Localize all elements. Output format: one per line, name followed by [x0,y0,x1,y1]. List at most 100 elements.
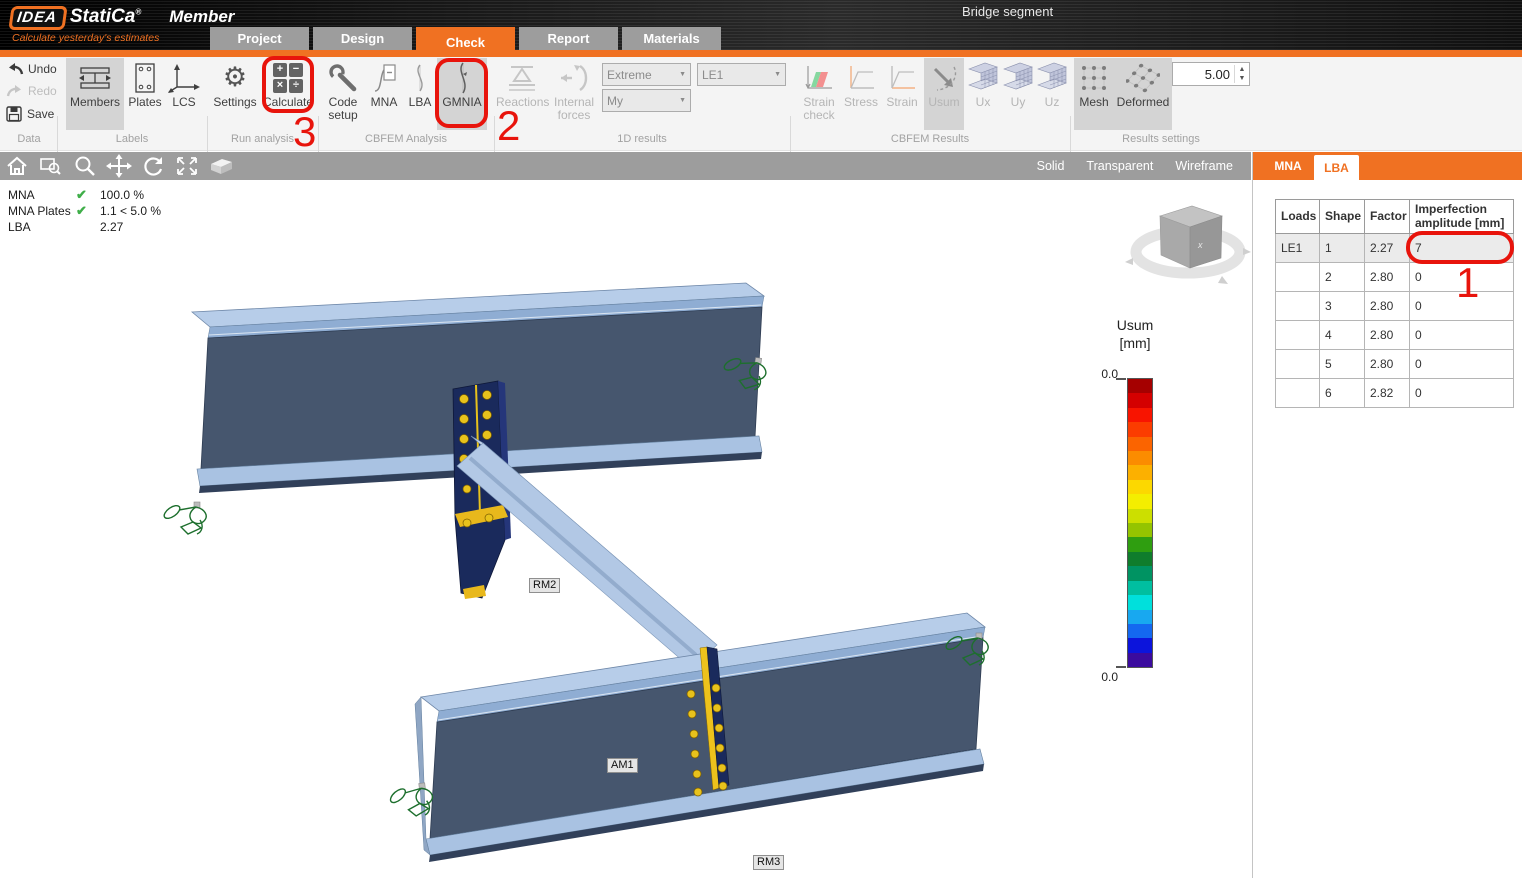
table-cell[interactable]: 2.80 [1365,321,1410,350]
extreme-dropdown-value: Extreme [607,68,652,82]
table-cell[interactable]: 7 [1410,234,1514,263]
deformed-scale-value: 5.00 [1173,67,1234,82]
table-cell[interactable]: 2.80 [1365,350,1410,379]
table-cell[interactable]: 3 [1320,292,1365,321]
settings-button[interactable]: ⚙ Settings [210,58,260,130]
table-row[interactable]: 42.800 [1276,321,1514,350]
table-cell[interactable]: LE1 [1276,234,1320,263]
tab-report[interactable]: Report [519,27,618,50]
table-cell[interactable]: 2 [1320,263,1365,292]
table-row[interactable]: 22.800 [1276,263,1514,292]
group-label-results-settings: Results settings [1070,133,1252,145]
table-cell[interactable]: 4 [1320,321,1365,350]
rotate-button[interactable] [136,153,170,179]
table-cell[interactable]: 6 [1320,379,1365,408]
save-button[interactable]: Save [6,106,54,122]
solid-view-button[interactable] [204,153,238,179]
gmnia-button[interactable]: GMNIA [437,58,487,130]
table-cell[interactable]: 5 [1320,350,1365,379]
extreme-dropdown[interactable]: Extreme▼ [602,63,691,86]
status-row-mna: MNA ✔ 100.0 % [8,187,161,203]
table-cell[interactable]: 0 [1410,292,1514,321]
code-setup-button[interactable]: Code setup [320,58,366,130]
tab-design[interactable]: Design [313,27,412,50]
strain-check-button[interactable]: Strain check [796,58,842,130]
colorbar-max-value: 0.0 [1088,367,1118,381]
column-header-loads: Loads [1276,200,1320,234]
table-cell[interactable]: 2.82 [1365,379,1410,408]
undo-button[interactable]: Undo [6,62,57,76]
table-cell[interactable]: 0 [1410,263,1514,292]
zoom-window-button[interactable] [34,153,68,179]
mesh-button[interactable]: Mesh [1074,58,1114,130]
strain-check-icon [804,64,834,92]
deformed-button[interactable]: Deformed [1114,58,1172,130]
table-row[interactable]: 32.800 [1276,292,1514,321]
render-mode-solid[interactable]: Solid [1037,159,1065,173]
table-cell[interactable] [1276,263,1320,292]
strain-label: Strain [886,95,917,109]
save-icon [6,106,23,122]
redo-button[interactable]: Redo [6,84,57,98]
tab-materials[interactable]: Materials [622,27,721,50]
redo-label: Redo [28,84,57,98]
table-cell[interactable] [1276,379,1320,408]
usum-button[interactable]: Usum [924,58,964,130]
column-header-imperfection: Imperfection amplitude [mm] [1410,200,1514,234]
support-rm3-left [387,782,434,818]
tab-project[interactable]: Project [210,27,309,50]
stepper-up-icon[interactable]: ▲ [1239,65,1246,74]
ux-button[interactable]: Ux [966,58,1000,130]
beam-rm2 [192,283,764,493]
uz-button[interactable]: Uz [1036,58,1068,130]
lba-button[interactable]: LBA [404,58,436,130]
members-button[interactable]: Members [66,58,124,130]
zoom-button[interactable] [68,153,102,179]
status-label: MNA [8,188,76,202]
stress-button[interactable]: Stress [842,58,880,130]
render-mode-transparent[interactable]: Transparent [1086,159,1153,173]
component-dropdown[interactable]: My▼ [602,89,691,112]
uy-button[interactable]: Uy [1001,58,1035,130]
loadcase-dropdown[interactable]: LE1▼ [697,63,786,86]
colorbar-tick-bottom [1116,666,1126,668]
table-cell[interactable] [1276,350,1320,379]
calculate-button[interactable]: +−×÷ Calculate [262,58,314,130]
colorbar-band [1128,408,1152,422]
table-cell[interactable]: 2.80 [1365,292,1410,321]
mesh-icon [1079,63,1109,93]
pan-button[interactable] [102,153,136,179]
mna-button[interactable]: MNA [366,58,402,130]
table-cell[interactable]: 1 [1320,234,1365,263]
table-cell[interactable]: 0 [1410,350,1514,379]
table-cell[interactable]: 0 [1410,321,1514,350]
reactions-button[interactable]: Reactions [496,58,548,130]
stepper-down-icon[interactable]: ▼ [1239,74,1246,83]
table-cell[interactable] [1276,292,1320,321]
colorbar-band [1128,523,1152,537]
model-viewport[interactable]: x RM2 AM1 RM3 [0,180,1251,878]
strain-button[interactable]: Strain [882,58,922,130]
tab-lba[interactable]: LBA [1314,155,1359,180]
render-mode-wireframe[interactable]: Wireframe [1175,159,1233,173]
table-cell[interactable]: 2.27 [1365,234,1410,263]
table-row[interactable]: 52.800 [1276,350,1514,379]
fit-to-screen-button[interactable] [170,153,204,179]
group-label-data: Data [4,133,54,145]
member-label-rm3[interactable]: RM3 [753,855,784,870]
table-cell[interactable]: 2.80 [1365,263,1410,292]
table-row[interactable]: LE112.277 [1276,234,1514,263]
deformed-scale-stepper[interactable]: 5.00 ▲▼ [1172,62,1250,86]
home-view-button[interactable] [0,153,34,179]
table-cell[interactable]: 0 [1410,379,1514,408]
lcs-button[interactable]: LCS [164,58,204,130]
tab-mna[interactable]: MNA [1263,152,1313,180]
box-icon [208,155,234,177]
internal-forces-button[interactable]: Internal forces [548,58,600,130]
member-label-am1[interactable]: AM1 [607,758,638,773]
plates-button[interactable]: Plates [126,58,164,130]
member-label-rm2[interactable]: RM2 [529,578,560,593]
table-row[interactable]: 62.820 [1276,379,1514,408]
table-cell[interactable] [1276,321,1320,350]
deformed-label: Deformed [1117,95,1170,109]
